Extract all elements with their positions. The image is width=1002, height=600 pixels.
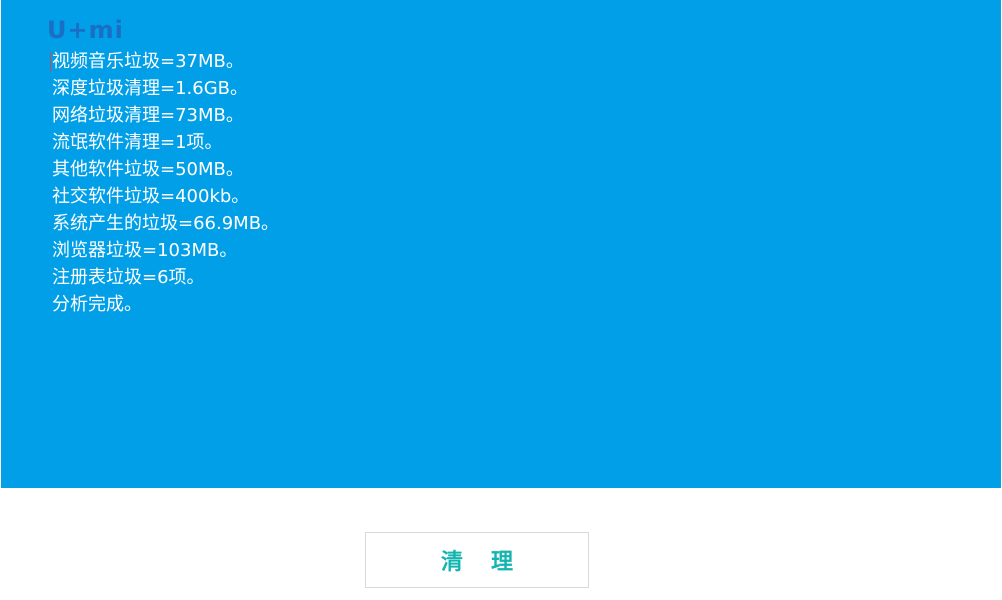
log-line-browser: 浏览器垃圾=103MB。 [52, 240, 238, 261]
clean-button-label: 清理 [440, 550, 541, 575]
log-line-video-music: 视频音乐垃圾=37MB。 [52, 51, 244, 72]
log-line-deep-clean: 深度垃圾清理=1.6GB。 [52, 78, 249, 99]
log-line-registry: 注册表垃圾=6项。 [52, 267, 205, 288]
log-line-rogue-software: 流氓软件清理=1项。 [52, 132, 223, 153]
text-cursor [50, 52, 51, 72]
cleaner-window: U+mi 视频音乐垃圾=37MB。 深度垃圾清理=1.6GB。 网络垃圾清理=7… [0, 0, 1002, 600]
log-line-other-software: 其他软件垃圾=50MB。 [52, 159, 244, 180]
log-line-social-software: 社交软件垃圾=400kb。 [52, 186, 250, 207]
app-logo: U+mi [47, 16, 124, 44]
log-line-analysis-complete: 分析完成。 [52, 294, 142, 315]
log-line-network: 网络垃圾清理=73MB。 [52, 105, 244, 126]
scan-log: 视频音乐垃圾=37MB。 深度垃圾清理=1.6GB。 网络垃圾清理=73MB。 … [52, 48, 279, 318]
log-line-system: 系统产生的垃圾=66.9MB。 [52, 213, 280, 234]
scan-results-panel: U+mi 视频音乐垃圾=37MB。 深度垃圾清理=1.6GB。 网络垃圾清理=7… [1, 0, 1001, 488]
clean-button[interactable]: 清理 [365, 532, 589, 588]
